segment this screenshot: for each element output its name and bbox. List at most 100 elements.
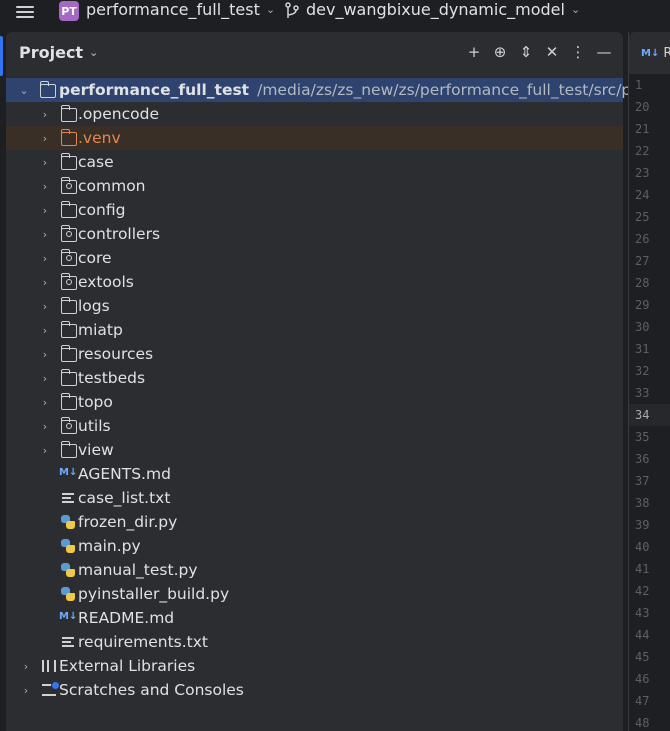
folder-label: testbeds	[78, 369, 146, 387]
tree-file[interactable]: requirements.txt	[6, 630, 623, 654]
chevron-down-icon: ⌄	[89, 46, 99, 59]
tree-folder[interactable]: › core	[6, 246, 623, 270]
line-number: 20	[635, 100, 650, 114]
text-file-icon	[62, 493, 74, 503]
chevron-right-icon[interactable]: ›	[39, 276, 51, 289]
chevron-right-icon[interactable]: ›	[39, 204, 51, 217]
tree-file[interactable]: main.py	[6, 534, 623, 558]
tree-file[interactable]: case_list.txt	[6, 486, 623, 510]
line-number: 39	[635, 518, 650, 532]
file-label: pyinstaller_build.py	[78, 585, 230, 603]
tree-folder[interactable]: › controllers	[6, 222, 623, 246]
tree-folder[interactable]: › common	[6, 174, 623, 198]
chevron-right-icon[interactable]: ›	[39, 348, 51, 361]
chevron-right-icon[interactable]: ›	[39, 444, 51, 457]
project-selector[interactable]: performance_full_test ⌄	[86, 0, 275, 19]
expand-collapse-icon[interactable]: ⇕	[517, 42, 535, 62]
file-label: case_list.txt	[78, 489, 171, 507]
chevron-down-icon: ⌄	[265, 3, 276, 16]
minimize-icon[interactable]: —	[595, 42, 613, 62]
line-number: 29	[635, 298, 650, 312]
markdown-icon: M↓	[59, 467, 78, 478]
package-folder-icon	[60, 177, 77, 194]
scratches-and-consoles[interactable]: › Scratches and Consoles	[6, 678, 623, 702]
folder-label: .opencode	[78, 105, 159, 123]
line-number: 22	[635, 144, 650, 158]
line-number: 32	[635, 364, 650, 378]
project-tree: ⌄ performance_full_test/media/zs/zs_new/…	[6, 78, 670, 702]
tree-file[interactable]: frozen_dir.py	[6, 510, 623, 534]
tree-folder[interactable]: › topo	[6, 390, 623, 414]
scratches-label: Scratches and Consoles	[59, 681, 244, 699]
tree-folder[interactable]: › testbeds	[6, 366, 623, 390]
folder-icon	[60, 153, 77, 170]
tree-root[interactable]: ⌄ performance_full_test/media/zs/zs_new/…	[6, 78, 670, 102]
line-number: 45	[635, 650, 650, 664]
chevron-right-icon[interactable]: ›	[39, 396, 51, 409]
chevron-right-icon[interactable]: ›	[39, 156, 51, 169]
tree-file[interactable]: M↓ AGENTS.md	[6, 462, 623, 486]
editor-tab[interactable]: M↓ R	[629, 32, 670, 74]
line-number: 23	[635, 166, 650, 180]
folder-label: core	[78, 249, 112, 267]
file-label: requirements.txt	[78, 633, 208, 651]
branch-name: dev_wangbixue_dynamic_model	[306, 0, 565, 19]
tree-folder[interactable]: › view	[6, 438, 623, 462]
folder-icon	[39, 81, 56, 98]
tree-folder[interactable]: › logs	[6, 294, 623, 318]
chevron-down-icon[interactable]: ⌄	[18, 84, 30, 97]
tree-folder[interactable]: › miatp	[6, 318, 623, 342]
panel-title-dropdown[interactable]: Project ⌄	[19, 43, 98, 62]
tree-folder[interactable]: › resources	[6, 342, 623, 366]
root-path: /media/zs/zs_new/zs/performance_full_tes…	[257, 81, 670, 99]
tree-file[interactable]: M↓ README.md	[6, 606, 623, 630]
panel-title: Project	[19, 43, 84, 62]
line-number: 1	[635, 78, 643, 92]
file-label: manual_test.py	[78, 561, 198, 579]
tree-folder[interactable]: › extools	[6, 270, 623, 294]
folder-icon	[60, 393, 77, 410]
tree-folder[interactable]: › config	[6, 198, 623, 222]
git-branch-icon[interactable]	[284, 2, 300, 20]
tree-file[interactable]: pyinstaller_build.py	[6, 582, 623, 606]
tree-folder[interactable]: › .opencode	[6, 102, 623, 126]
chevron-right-icon[interactable]: ›	[39, 420, 51, 433]
tree-folder[interactable]: › .venv	[6, 126, 623, 150]
line-number: 44	[635, 628, 650, 642]
editor-tab-label: R	[663, 45, 670, 61]
line-number: 34	[629, 404, 670, 426]
chevron-right-icon[interactable]: ›	[20, 684, 32, 697]
branch-selector[interactable]: dev_wangbixue_dynamic_model ⌄	[306, 0, 580, 19]
folder-label: config	[78, 201, 126, 219]
main-menu-icon[interactable]	[16, 3, 34, 21]
external-libraries[interactable]: › External Libraries	[6, 654, 623, 678]
line-number: 33	[635, 386, 650, 400]
project-badge[interactable]: PT	[59, 1, 79, 21]
chevron-right-icon[interactable]: ›	[39, 180, 51, 193]
project-name: performance_full_test	[86, 0, 260, 19]
tree-file[interactable]: manual_test.py	[6, 558, 623, 582]
tree-folder[interactable]: › utils	[6, 414, 623, 438]
chevron-right-icon[interactable]: ›	[39, 252, 51, 265]
tool-window-indicator	[0, 36, 3, 76]
chevron-right-icon[interactable]: ›	[39, 228, 51, 241]
line-number: 31	[635, 342, 650, 356]
chevron-right-icon[interactable]: ›	[39, 324, 51, 337]
root-label: performance_full_test/media/zs/zs_new/zs…	[59, 81, 670, 99]
more-icon[interactable]: ⋮	[569, 42, 587, 62]
line-number-gutter: 1 20 21 22 23 24 25 26 27 28 29 30 31 32 33 34 35 36 37 38 3…	[629, 74, 670, 731]
chevron-right-icon[interactable]: ›	[39, 372, 51, 385]
locate-icon[interactable]: ⊕	[491, 42, 509, 62]
chevron-right-icon[interactable]: ›	[39, 300, 51, 313]
panel-header: Project ⌄ + ⊕ ⇕ ✕ ⋮ —	[6, 32, 623, 74]
text-file-icon	[62, 637, 74, 647]
tree-folder[interactable]: › case	[6, 150, 623, 174]
chevron-right-icon[interactable]: ›	[39, 108, 51, 121]
file-label: main.py	[78, 537, 141, 555]
collapse-icon[interactable]: ✕	[543, 42, 561, 62]
chevron-right-icon[interactable]: ›	[20, 660, 32, 673]
chevron-right-icon[interactable]: ›	[39, 132, 51, 145]
add-icon[interactable]: +	[465, 42, 483, 62]
folder-label: controllers	[78, 225, 161, 243]
folder-icon	[60, 345, 77, 362]
